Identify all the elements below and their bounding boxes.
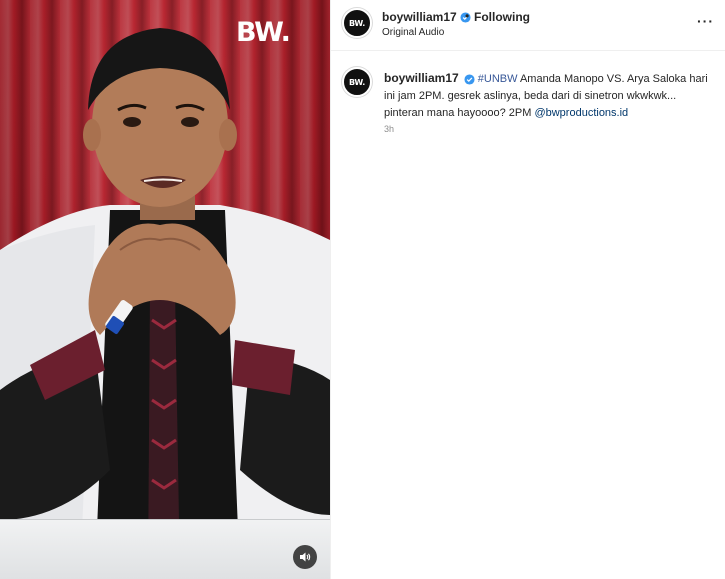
video-player[interactable]: BW.	[0, 0, 330, 579]
separator-dot: •	[465, 9, 470, 23]
mention-link[interactable]: @bwproductions.id	[534, 107, 628, 119]
caption-avatar[interactable]: BW.	[342, 67, 372, 97]
more-options-icon[interactable]: ···	[697, 13, 714, 29]
bw-watermark: BW.	[236, 17, 291, 48]
desk	[0, 519, 330, 579]
presenter-figure	[0, 28, 330, 579]
post-timestamp[interactable]: 3h	[384, 124, 394, 134]
audio-link[interactable]: Original Audio	[382, 27, 444, 38]
post-header: BW. boywilliam17 • Following Original Au…	[331, 0, 725, 51]
avatar[interactable]: BW.	[342, 8, 372, 38]
header-username[interactable]: boywilliam17	[382, 10, 471, 24]
verified-badge-icon	[464, 74, 475, 85]
following-button[interactable]: Following	[474, 10, 530, 24]
post-side-panel: BW. boywilliam17 • Following Original Au…	[330, 0, 725, 579]
caption-text: boywilliam17 #UNBW Amanda Manopo VS. Ary…	[384, 70, 714, 122]
caption-username[interactable]: boywilliam17	[384, 71, 459, 85]
mute-button[interactable]	[293, 545, 317, 569]
speaker-icon	[300, 552, 311, 562]
hashtag-link[interactable]: #UNBW	[478, 73, 518, 85]
